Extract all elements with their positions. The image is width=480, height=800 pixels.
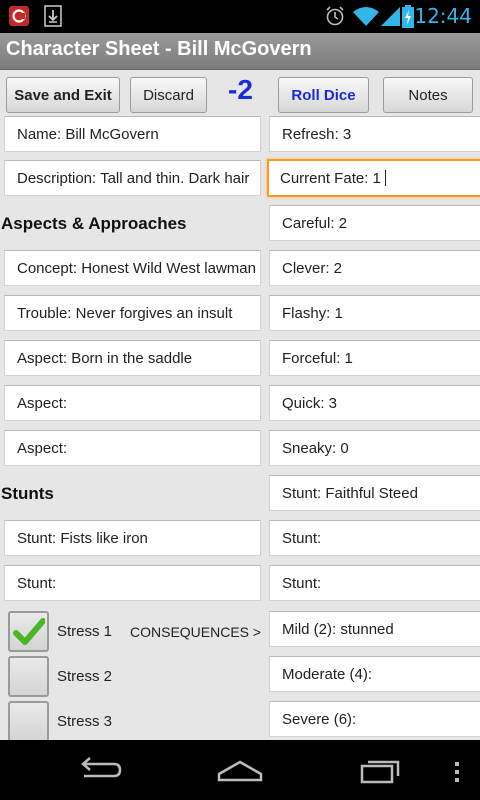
stress-1-label: Stress 1	[57, 623, 113, 640]
concept-field[interactable]: Concept: Honest Wild West lawman	[4, 250, 261, 286]
stunt-field-5[interactable]: Stunt:	[269, 565, 480, 601]
menu-icon[interactable]	[450, 750, 464, 794]
moderate-consequence-field[interactable]: Moderate (4):	[269, 656, 480, 692]
navigation-bar	[0, 740, 480, 800]
name-field[interactable]: Name: Bill McGovern	[4, 116, 261, 152]
stress-2-label: Stress 2	[57, 668, 113, 685]
character-sheet: Save and Exit Discard -2 Roll Dice Notes…	[0, 70, 480, 740]
severe-consequence-field[interactable]: Severe (6):	[269, 701, 480, 737]
home-icon[interactable]	[216, 750, 264, 794]
page-title: Character Sheet - Bill McGovern	[6, 38, 312, 60]
stress-2-checkbox[interactable]	[8, 656, 49, 697]
back-icon[interactable]	[76, 750, 124, 794]
clock: 12:44	[414, 4, 472, 28]
aspect-field-2[interactable]: Aspect:	[4, 385, 261, 421]
careful-field[interactable]: Careful: 2	[269, 205, 480, 241]
quick-field[interactable]: Quick: 3	[269, 385, 480, 421]
stress-1-checkbox[interactable]	[8, 611, 49, 652]
aspect-field-3[interactable]: Aspect:	[4, 430, 261, 466]
current-fate-value: Current Fate: 1	[280, 169, 381, 187]
stunts-heading: Stunts	[1, 484, 54, 503]
signal-icon	[380, 5, 402, 27]
sneaky-field[interactable]: Sneaky: 0	[269, 430, 480, 466]
aspects-approaches-heading: Aspects & Approaches	[1, 214, 187, 233]
stunt-field-4[interactable]: Stunt:	[269, 520, 480, 556]
title-bar: Character Sheet - Bill McGovern	[0, 33, 480, 70]
discard-button[interactable]: Discard	[130, 77, 207, 113]
stress-3-checkbox[interactable]	[8, 701, 49, 740]
trouble-field[interactable]: Trouble: Never forgives an insult	[4, 295, 261, 331]
download-icon	[42, 5, 64, 27]
stunt-field-3[interactable]: Stunt: Faithful Steed	[269, 475, 480, 511]
roll-dice-button[interactable]: Roll Dice	[278, 77, 369, 113]
stress-3-label: Stress 3	[57, 713, 113, 730]
aspect-field-1[interactable]: Aspect: Born in the saddle	[4, 340, 261, 376]
text-cursor	[384, 170, 386, 186]
dice-result: -2	[228, 74, 253, 105]
current-fate-field[interactable]: Current Fate: 1	[267, 159, 480, 197]
checkmark-icon	[13, 618, 45, 645]
refresh-field[interactable]: Refresh: 3	[269, 116, 480, 152]
forceful-field[interactable]: Forceful: 1	[269, 340, 480, 376]
recent-apps-icon[interactable]	[358, 750, 406, 794]
battery-charging-icon	[401, 5, 415, 28]
stunt-field-2[interactable]: Stunt:	[4, 565, 261, 601]
flashy-field[interactable]: Flashy: 1	[269, 295, 480, 331]
alarm-icon	[324, 5, 346, 27]
status-bar: 12:44	[0, 0, 480, 33]
wifi-icon	[352, 5, 380, 27]
app-notification-icon	[8, 5, 30, 27]
mild-consequence-field[interactable]: Mild (2): stunned	[269, 611, 480, 647]
notes-button[interactable]: Notes	[383, 77, 473, 113]
clever-field[interactable]: Clever: 2	[269, 250, 480, 286]
description-field[interactable]: Description: Tall and thin. Dark hair	[4, 160, 261, 196]
consequences-label: CONSEQUENCES >	[130, 624, 262, 640]
stunt-field-1[interactable]: Stunt: Fists like iron	[4, 520, 261, 556]
save-and-exit-button[interactable]: Save and Exit	[6, 77, 120, 113]
